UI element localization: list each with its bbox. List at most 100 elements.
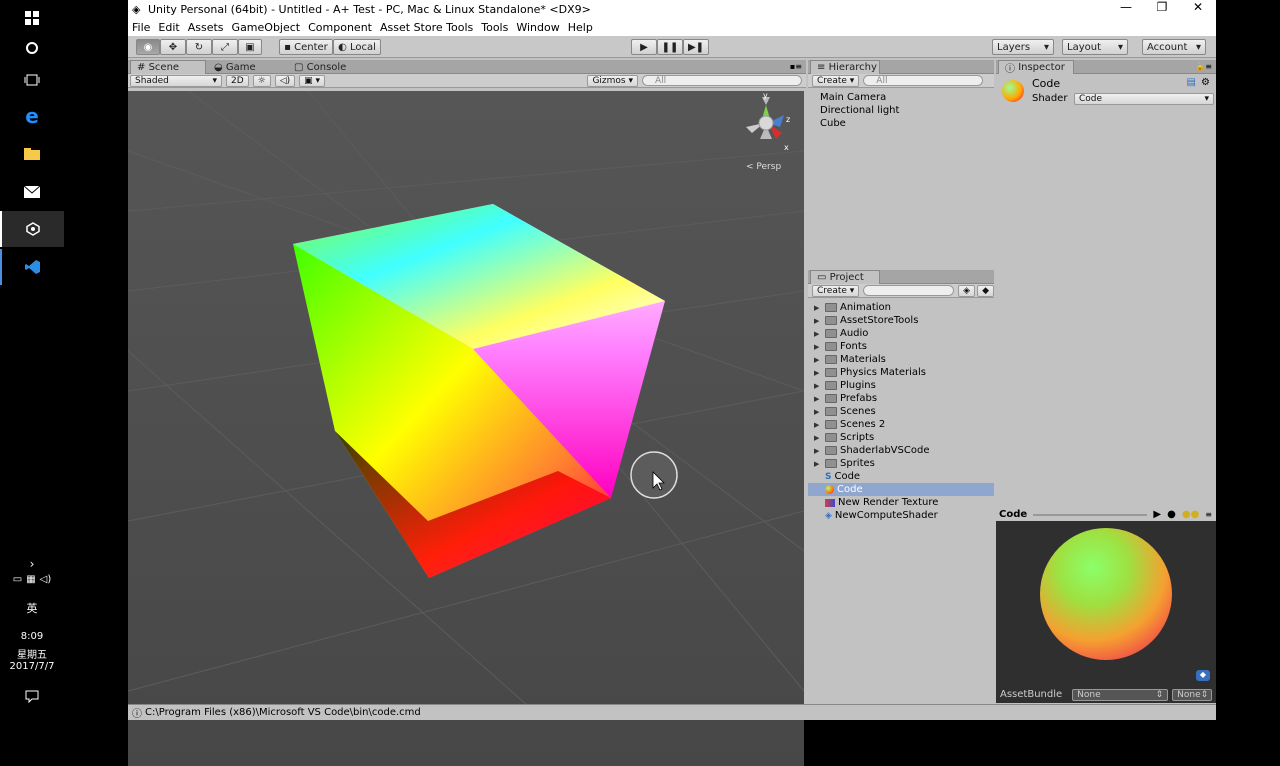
gizmos-dropdown[interactable]: Gizmos ▾ [587, 74, 638, 87]
help-book-icon[interactable]: ▤ [1187, 77, 1196, 88]
preview-play-icon[interactable]: ▶ [1153, 509, 1161, 520]
2d-toggle[interactable]: 2D [226, 74, 249, 87]
edge-browser-icon[interactable]: e [0, 98, 64, 134]
move-tool-button[interactable]: ✥ [160, 39, 186, 55]
expand-arrow-icon[interactable]: ▶ [814, 408, 822, 416]
account-dropdown[interactable]: Account ▾ [1142, 39, 1206, 55]
menu-assets[interactable]: Assets [188, 21, 224, 34]
project-folder-sprites[interactable]: ▶ Sprites [814, 457, 875, 470]
project-folder-fonts[interactable]: ▶ Fonts [814, 340, 867, 353]
scale-tool-button[interactable]: ⤢ [212, 39, 238, 55]
hand-tool-button[interactable]: ◉ [136, 39, 160, 55]
project-folder-plugins[interactable]: ▶ Plugins [814, 379, 876, 392]
effects-dropdown[interactable]: ▣ ▾ [299, 74, 326, 87]
preview-light-icon[interactable]: ●● [1182, 509, 1199, 520]
mail-icon[interactable] [0, 174, 64, 210]
panel-menu-icon[interactable]: ▪≡ [790, 62, 802, 71]
project-folder-scripts[interactable]: ▶ Scripts [814, 431, 874, 444]
scene-viewport[interactable]: y z x < Persp [128, 91, 804, 766]
project-file-new-render-texture[interactable]: New Render Texture [814, 496, 938, 509]
battery-icon[interactable]: ▭ [13, 574, 22, 585]
expand-arrow-icon[interactable]: ▶ [814, 460, 822, 468]
scene-orientation-gizmo[interactable]: y z x [740, 91, 796, 153]
menu-gameobject[interactable]: GameObject [232, 21, 301, 34]
restore-button[interactable]: ❐ [1144, 0, 1180, 14]
tab-scene[interactable]: # Scene [130, 60, 206, 74]
project-folder-prefabs[interactable]: ▶ Prefabs [814, 392, 877, 405]
expand-arrow-icon[interactable]: ▶ [814, 434, 822, 442]
project-folder-physics-materials[interactable]: ▶ Physics Materials [814, 366, 926, 379]
menu-component[interactable]: Component [308, 21, 372, 34]
expand-arrow-icon[interactable]: ▶ [814, 447, 822, 455]
tab-game[interactable]: ◒ Game [208, 60, 286, 74]
task-view-icon[interactable] [0, 62, 64, 98]
pivot-center-toggle[interactable]: ▪ Center [279, 39, 333, 55]
project-folder-assetstoretools[interactable]: ▶ AssetStoreTools [814, 314, 918, 327]
project-folder-audio[interactable]: ▶ Audio [814, 327, 868, 340]
expand-arrow-icon[interactable]: ▶ [814, 382, 822, 390]
expand-arrow-icon[interactable]: ▶ [814, 369, 822, 377]
preview-sphere-icon[interactable]: ● [1167, 509, 1176, 520]
project-file-code-shader[interactable]: S Code [814, 470, 860, 483]
drag-handle[interactable] [1033, 513, 1148, 516]
expand-arrow-icon[interactable]: ▶ [814, 421, 822, 429]
cortana-search-icon[interactable] [0, 30, 64, 66]
menu-file[interactable]: File [132, 21, 150, 34]
menu-help[interactable]: Help [568, 21, 593, 34]
expand-arrow-icon[interactable]: ▶ [814, 330, 822, 338]
assetbundle-variant-dropdown[interactable]: None ⇕ [1172, 688, 1213, 701]
project-create-dropdown[interactable]: Create ▾ [812, 284, 860, 297]
step-button[interactable]: ▶❚ [683, 39, 709, 55]
hierarchy-search-input[interactable]: All [863, 75, 984, 86]
hierarchy-item[interactable]: Cube [820, 118, 846, 129]
shading-mode-dropdown[interactable]: Shaded ▾ [130, 74, 222, 87]
expand-arrow-icon[interactable]: ▶ [814, 343, 822, 351]
menu-window[interactable]: Window [516, 21, 559, 34]
project-file-code-material[interactable]: Code [808, 483, 994, 496]
shader-dropdown[interactable]: Code ▾ [1074, 93, 1214, 105]
project-folder-animation[interactable]: ▶ Animation [814, 301, 891, 314]
expand-arrow-icon[interactable]: ▶ [814, 317, 822, 325]
tab-console[interactable]: ▢ Console [288, 60, 368, 74]
filter-by-label-button[interactable]: ◆ [977, 284, 994, 297]
scene-search-input[interactable]: All [642, 75, 802, 86]
volume-icon[interactable]: ◁) [40, 574, 52, 585]
tab-project[interactable]: ▭ Project [810, 270, 880, 284]
lighting-toggle[interactable]: ☼ [252, 74, 271, 87]
assetbundle-dropdown[interactable]: None ⇕ [1072, 688, 1169, 701]
project-search-input[interactable] [863, 285, 955, 296]
menu-edit[interactable]: Edit [158, 21, 179, 34]
lock-icon[interactable]: 🔒≡ [1195, 62, 1212, 71]
project-folder-materials[interactable]: ▶ Materials [814, 353, 886, 366]
ime-indicator[interactable]: 英 [0, 600, 64, 616]
project-folder-scenes[interactable]: ▶ Scenes [814, 405, 876, 418]
space-local-toggle[interactable]: ◐ Local [333, 39, 381, 55]
layers-dropdown[interactable]: Layers ▾ [992, 39, 1054, 55]
clock-date[interactable]: 2017/7/7 [0, 661, 64, 672]
vscode-taskbar-icon[interactable] [0, 249, 64, 285]
project-file-newcomputeshader[interactable]: ◈ NewComputeShader [814, 509, 938, 522]
rect-tool-button[interactable]: ▣ [238, 39, 262, 55]
menu-asset-store-tools[interactable]: Asset Store Tools [380, 21, 473, 34]
clock-time[interactable]: 8:09 [0, 631, 64, 642]
action-center-icon[interactable] [0, 678, 64, 714]
settings-gear-icon[interactable]: ⚙ [1201, 77, 1210, 88]
pause-button[interactable]: ❚❚ [657, 39, 683, 55]
expand-arrow-icon[interactable]: ▶ [814, 304, 822, 312]
project-folder-scenes-2[interactable]: ▶ Scenes 2 [814, 418, 885, 431]
hierarchy-create-dropdown[interactable]: Create ▾ [812, 74, 860, 87]
clock-weekday[interactable]: 星期五 [0, 646, 64, 661]
tab-inspector[interactable]: ⓘ Inspector [998, 60, 1074, 75]
expand-arrow-icon[interactable]: ▶ [814, 356, 822, 364]
menu-tools[interactable]: Tools [481, 21, 508, 34]
network-icon[interactable]: ▦ [26, 574, 35, 585]
layout-dropdown[interactable]: Layout ▾ [1062, 39, 1128, 55]
hierarchy-item[interactable]: Directional light [820, 105, 899, 116]
perspective-label[interactable]: < Persp [746, 162, 781, 172]
unity-taskbar-icon[interactable] [0, 211, 64, 247]
preview-menu-icon[interactable]: ≡ [1205, 510, 1212, 519]
tab-hierarchy[interactable]: ≡ Hierarchy [810, 60, 880, 74]
filter-by-type-button[interactable]: ◈ [958, 284, 976, 297]
minimize-button[interactable]: — [1108, 0, 1144, 14]
close-button[interactable]: ✕ [1180, 0, 1216, 14]
